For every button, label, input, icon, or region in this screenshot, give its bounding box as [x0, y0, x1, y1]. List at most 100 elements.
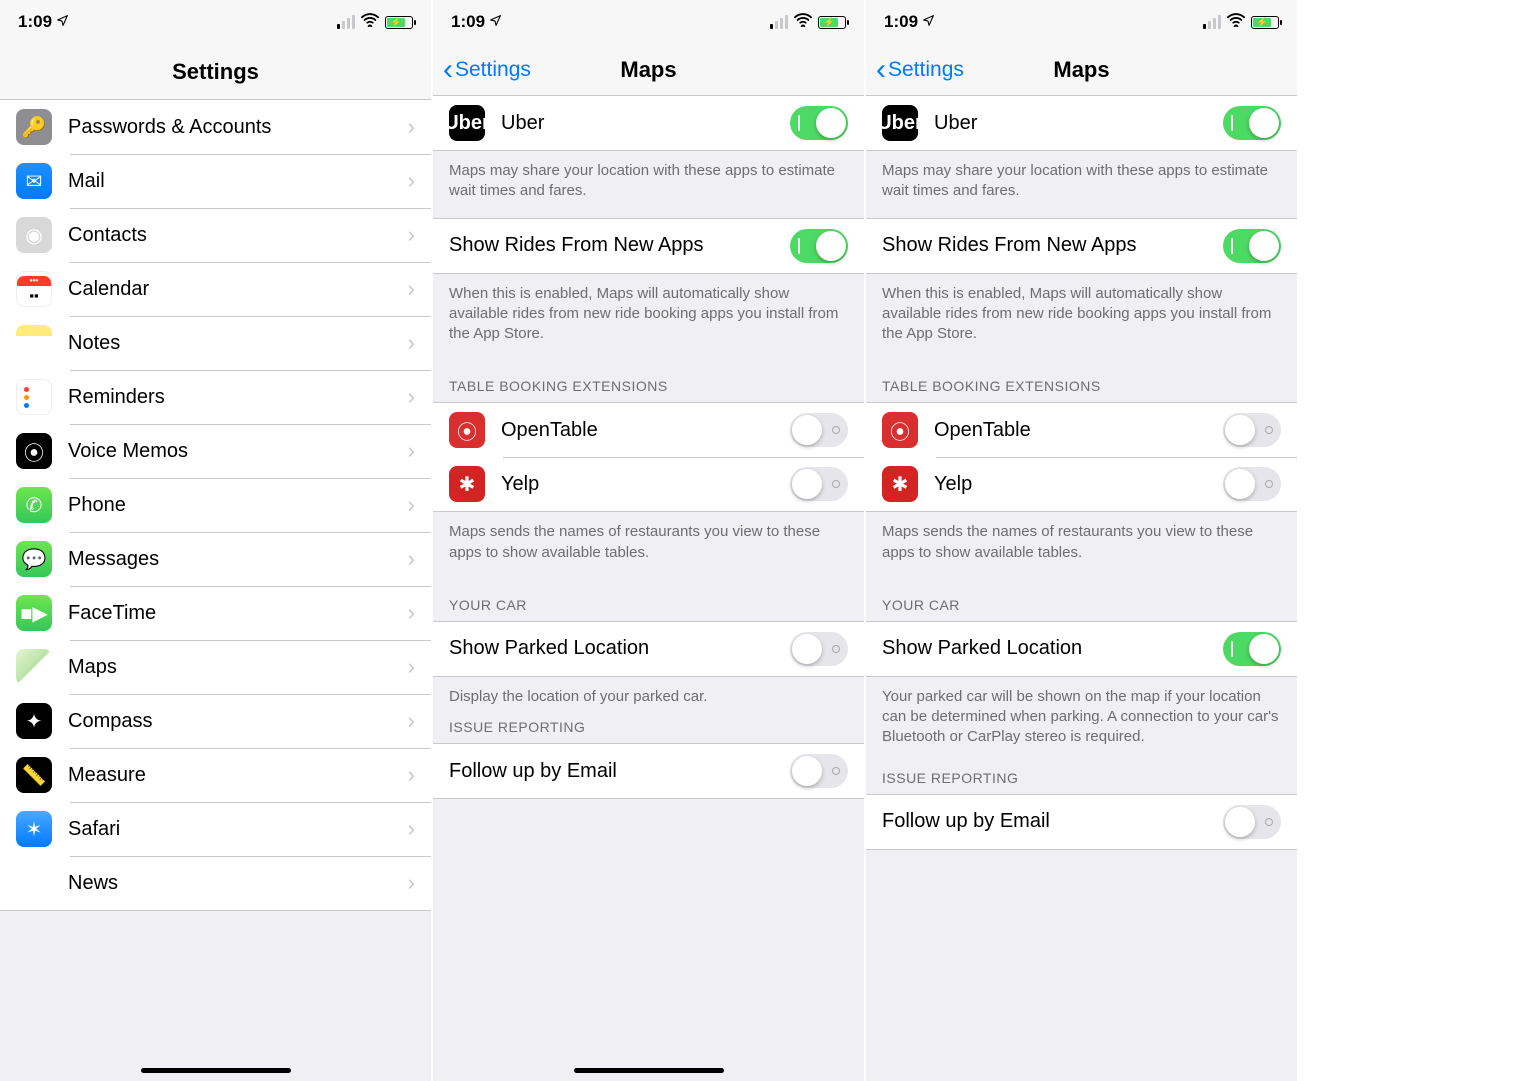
section-your-car: YOUR CAR — [433, 579, 864, 621]
chevron-right-icon: › — [408, 762, 415, 788]
screen-maps-2: 1:09 ‹Settings Maps Uber Uber Maps may s… — [866, 0, 1299, 1081]
row-show-rides[interactable]: Show Rides From New Apps — [433, 219, 864, 273]
row-notes[interactable]: Notes › — [0, 316, 431, 370]
location-icon — [56, 12, 69, 32]
chevron-right-icon: › — [408, 546, 415, 572]
cell-signal-icon — [770, 15, 788, 29]
row-label: Uber — [934, 112, 1223, 135]
section-your-car: YOUR CAR — [866, 579, 1297, 621]
chevron-right-icon: › — [408, 492, 415, 518]
key-icon: 🔑 — [16, 109, 52, 145]
chevron-right-icon: › — [408, 384, 415, 410]
news-icon: N — [16, 865, 52, 901]
back-button[interactable]: ‹Settings — [433, 55, 531, 85]
row-label: Measure — [68, 764, 408, 787]
wifi-icon — [361, 13, 379, 32]
row-safari[interactable]: ✶ Safari › — [0, 802, 431, 856]
yelp-icon: ✱ — [882, 466, 918, 502]
chevron-right-icon: › — [408, 600, 415, 626]
toggle-yelp[interactable] — [1223, 467, 1281, 501]
status-bar: 1:09 — [433, 0, 864, 44]
status-time: 1:09 — [884, 12, 918, 32]
toggle-yelp[interactable] — [790, 467, 848, 501]
row-opentable[interactable]: ⦿ OpenTable — [866, 403, 1297, 457]
yelp-icon: ✱ — [449, 466, 485, 502]
uber-icon: Uber — [449, 105, 485, 141]
maps-icon — [16, 649, 52, 685]
row-parked[interactable]: Show Parked Location — [866, 622, 1297, 676]
home-indicator[interactable] — [574, 1068, 724, 1073]
show-rides-footer: When this is enabled, Maps will automati… — [433, 274, 864, 361]
row-label: Show Parked Location — [449, 637, 790, 660]
row-parked[interactable]: Show Parked Location — [433, 622, 864, 676]
row-facetime[interactable]: ■▶ FaceTime › — [0, 586, 431, 640]
row-uber[interactable]: Uber Uber — [433, 96, 864, 150]
row-label: FaceTime — [68, 602, 408, 625]
row-voicememos[interactable]: ⦿ Voice Memos › — [0, 424, 431, 478]
toggle-opentable[interactable] — [1223, 413, 1281, 447]
row-maps[interactable]: Maps › — [0, 640, 431, 694]
row-measure[interactable]: 📏 Measure › — [0, 748, 431, 802]
toggle-uber[interactable] — [790, 106, 848, 140]
page-title: Settings — [0, 59, 431, 85]
row-label: Uber — [501, 112, 790, 135]
row-show-rides[interactable]: Show Rides From New Apps — [866, 219, 1297, 273]
parked-footer: Your parked car will be shown on the map… — [866, 677, 1297, 764]
row-phone[interactable]: ✆ Phone › — [0, 478, 431, 532]
row-mail[interactable]: ✉︎ Mail › — [0, 154, 431, 208]
row-news[interactable]: N News › — [0, 856, 431, 910]
row-label: Show Rides From New Apps — [882, 234, 1223, 257]
notes-icon — [16, 325, 52, 361]
row-reminders[interactable]: Reminders › — [0, 370, 431, 424]
row-label: Phone — [68, 494, 408, 517]
row-uber[interactable]: Uber Uber — [866, 96, 1297, 150]
row-followup[interactable]: Follow up by Email — [433, 744, 864, 798]
home-indicator[interactable] — [141, 1068, 291, 1073]
parked-footer: Display the location of your parked car. — [433, 677, 864, 713]
row-yelp[interactable]: ✱ Yelp — [866, 457, 1297, 511]
toggle-show-rides[interactable] — [1223, 229, 1281, 263]
back-button[interactable]: ‹Settings — [866, 55, 964, 85]
safari-icon: ✶ — [16, 811, 52, 847]
chevron-right-icon: › — [408, 438, 415, 464]
table-footer: Maps sends the names of restaurants you … — [433, 512, 864, 579]
row-contacts[interactable]: ◉ Contacts › — [0, 208, 431, 262]
battery-icon — [1251, 16, 1279, 29]
row-messages[interactable]: 💬 Messages › — [0, 532, 431, 586]
toggle-parked[interactable] — [1223, 632, 1281, 666]
status-time: 1:09 — [18, 12, 52, 32]
toggle-followup[interactable] — [1223, 805, 1281, 839]
battery-icon — [385, 16, 413, 29]
chevron-right-icon: › — [408, 168, 415, 194]
row-label: News — [68, 872, 408, 895]
section-table-booking: TABLE BOOKING EXTENSIONS — [433, 360, 864, 402]
measure-icon: 📏 — [16, 757, 52, 793]
toggle-parked[interactable] — [790, 632, 848, 666]
location-icon — [922, 12, 935, 32]
ride-footer: Maps may share your location with these … — [866, 151, 1297, 218]
wifi-icon — [794, 13, 812, 32]
cell-signal-icon — [1203, 15, 1221, 29]
row-passwords[interactable]: 🔑 Passwords & Accounts › — [0, 100, 431, 154]
row-label: Follow up by Email — [882, 810, 1223, 833]
row-label: Contacts — [68, 224, 408, 247]
location-icon — [489, 12, 502, 32]
toggle-followup[interactable] — [790, 754, 848, 788]
chevron-left-icon: ‹ — [876, 55, 886, 85]
row-yelp[interactable]: ✱ Yelp — [433, 457, 864, 511]
row-calendar[interactable]: •••▪▪ Calendar › — [0, 262, 431, 316]
row-label: Mail — [68, 170, 408, 193]
nav-header: ‹Settings Maps — [433, 44, 864, 96]
toggle-opentable[interactable] — [790, 413, 848, 447]
row-followup[interactable]: Follow up by Email — [866, 795, 1297, 849]
phone-icon: ✆ — [16, 487, 52, 523]
section-table-booking: TABLE BOOKING EXTENSIONS — [866, 360, 1297, 402]
settings-list[interactable]: 🔑 Passwords & Accounts › ✉︎ Mail › ◉ Con… — [0, 100, 431, 1081]
row-compass[interactable]: ✦ Compass › — [0, 694, 431, 748]
toggle-uber[interactable] — [1223, 106, 1281, 140]
row-opentable[interactable]: ⦿ OpenTable — [433, 403, 864, 457]
row-label: Passwords & Accounts — [68, 116, 408, 139]
chevron-right-icon: › — [408, 330, 415, 356]
chevron-right-icon: › — [408, 114, 415, 140]
toggle-show-rides[interactable] — [790, 229, 848, 263]
